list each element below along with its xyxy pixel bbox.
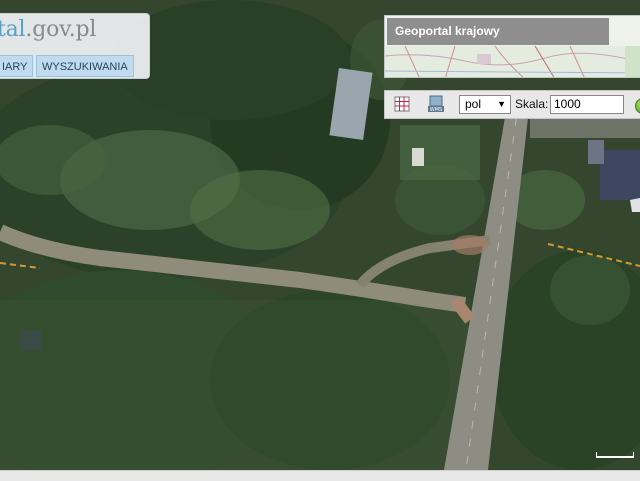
chevron-down-icon: ▼ (497, 99, 506, 109)
go-icon[interactable] (635, 98, 640, 114)
language-select[interactable]: pol ▼ (459, 95, 511, 114)
language-value: pol (465, 97, 482, 111)
menu-button-wyszukiwania[interactable]: WYSZUKIWANIA (36, 55, 134, 77)
map-toolbar: WMS pol ▼ Skala: 1000 (384, 90, 640, 119)
svg-text:WMS: WMS (430, 107, 442, 113)
geoportal-logo[interactable]: tal.gov.pl (0, 17, 96, 42)
logo-text-gray: .gov.pl (25, 17, 97, 42)
logo-text-blue: tal (0, 17, 26, 42)
menu-button-narzedzia[interactable]: IARY (0, 55, 34, 77)
status-bar (0, 470, 640, 481)
grid-icon[interactable] (393, 95, 411, 113)
map-scale-bar (596, 452, 634, 458)
scale-label: Skala: (515, 97, 549, 111)
overview-map[interactable]: Geoportal krajowy (384, 15, 640, 78)
scale-input[interactable]: 1000 (550, 95, 624, 114)
wms-icon[interactable]: WMS (427, 95, 445, 113)
overview-title: Geoportal krajowy (387, 18, 609, 45)
